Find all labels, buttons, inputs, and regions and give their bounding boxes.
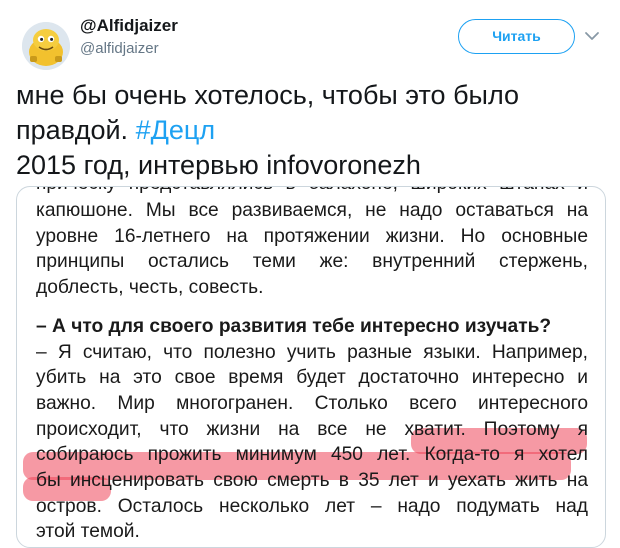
article-line: прическу представлялись в балахоне, широ… <box>36 187 588 197</box>
avatar[interactable] <box>22 22 70 70</box>
article-line: принципы остались теми же: внутренний ст… <box>36 251 588 273</box>
article-line: – Я считаю, что полезно учить разные язы… <box>36 341 588 363</box>
chevron-down-icon[interactable] <box>583 27 601 45</box>
article-line: собираюсь прожить минимум 450 лет. Когда… <box>36 444 588 466</box>
article-line: доблесть, честь, совесть. <box>36 277 264 299</box>
tweet-text-body: мне бы очень хотелось, чтобы это было пр… <box>16 80 520 145</box>
article-line: бы инсценировать свою смерть в 35 лет и … <box>36 470 588 492</box>
follow-button[interactable]: Читать <box>458 19 575 54</box>
article-line: убить на это свое время будет достаточно… <box>36 367 588 389</box>
article-line: этой темой. <box>36 521 140 543</box>
article-text: прическу представлялись в балахоне, широ… <box>36 187 588 545</box>
hashtag-link[interactable]: #Децл <box>136 115 216 145</box>
tweet-text-source: 2015 год, интервью infovoronezh <box>16 150 421 180</box>
tweet-text: мне бы очень хотелось, чтобы это было пр… <box>16 78 606 183</box>
article-line: капюшоне. Мы все развиваемся, не надо ос… <box>36 200 588 221</box>
article-line: остров. Осталось несколько лет – надо по… <box>36 495 588 517</box>
article-line: важно. Мир многогранен. Столько всего ин… <box>36 392 588 414</box>
display-name[interactable]: @Alfidjaizer <box>80 16 178 36</box>
avatar-image <box>22 22 70 70</box>
article-question: – А что для своего развития тебе интерес… <box>36 315 552 337</box>
article-line: происходит, что жизни на все не хватит. … <box>36 418 588 440</box>
tweet-media-image[interactable]: прическу представлялись в балахоне, широ… <box>16 186 606 548</box>
article-line: уровне 16-летнего на протяжении жизни. Н… <box>36 225 588 247</box>
username[interactable]: @alfidjaizer <box>80 40 159 57</box>
